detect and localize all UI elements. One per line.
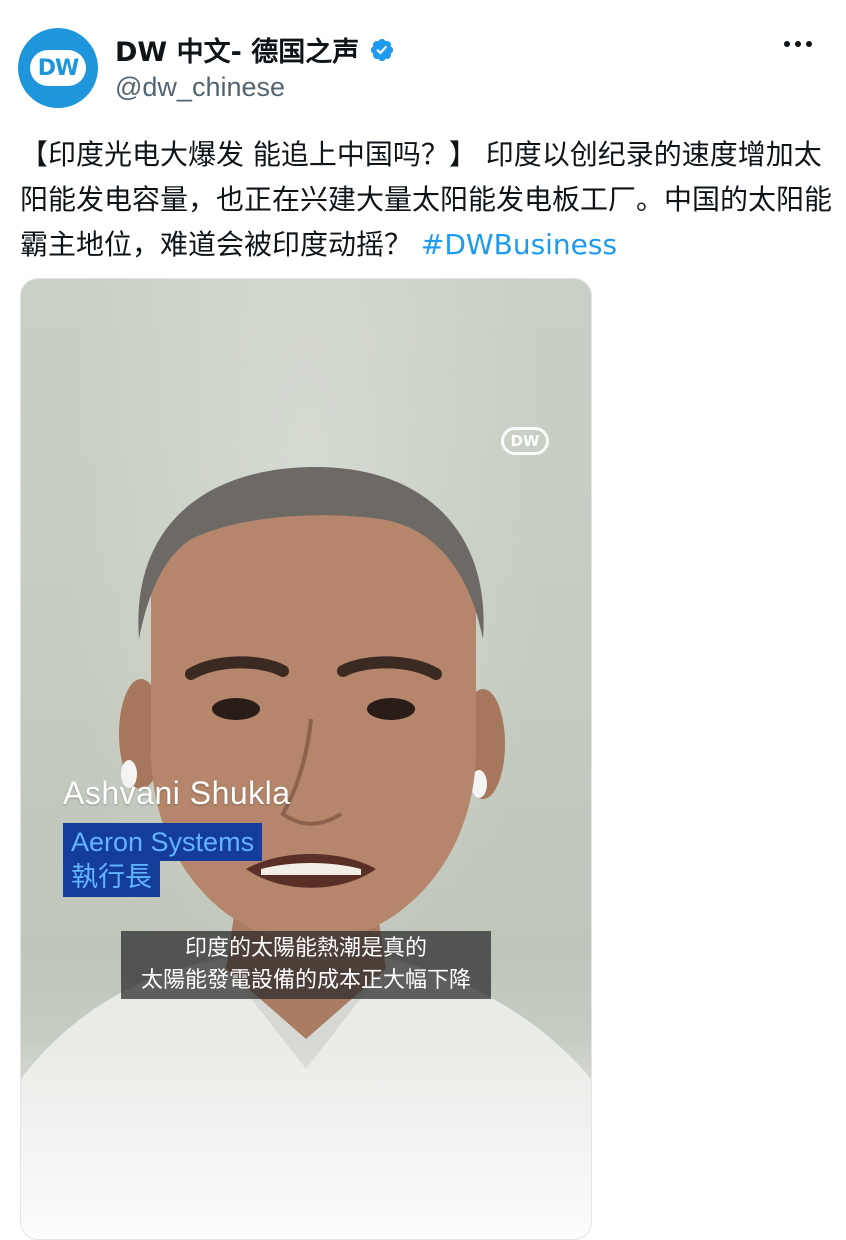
- speaker-name: Ashvani Shukla: [63, 775, 291, 811]
- author-handle[interactable]: @dw_chinese: [115, 72, 285, 103]
- subtitle-line-2: 太陽能發電設備的成本正大幅下降: [140, 968, 471, 993]
- speaker-organization: Aeron Systems: [63, 823, 263, 861]
- subtitle-line-1: 印度的太陽能熱潮是真的: [184, 936, 427, 961]
- author-name-text: DW 中文- 德国之声: [115, 37, 360, 68]
- more-horizontal-icon[interactable]: [778, 30, 818, 58]
- speaker-role: 執行長: [63, 859, 160, 897]
- tweet-card: DW DW 中文- 德国之声 @dw_chinese 【印度光电大爆发 能追上中…: [0, 0, 846, 1240]
- video-subtitle: 印度的太陽能熱潮是真的 太陽能發電設備的成本正大幅下降: [121, 931, 491, 999]
- video-player[interactable]: DW Ashvani Shukla Aeron Systems 執行長 印度的太…: [20, 278, 592, 1240]
- author-avatar[interactable]: DW: [18, 28, 98, 108]
- post-text: 【印度光电大爆发 能追上中国吗？】 印度以创纪录的速度增加太阳能发电容量，也正在…: [20, 132, 835, 267]
- avatar-logo-text: DW: [37, 55, 80, 81]
- dw-watermark-icon: DW: [501, 427, 549, 455]
- author-display-name[interactable]: DW 中文- 德国之声: [115, 30, 395, 69]
- dw-logo-icon: DW: [30, 50, 86, 86]
- verified-badge-icon: [371, 38, 394, 61]
- hashtag-link[interactable]: #DWBusiness: [421, 228, 617, 261]
